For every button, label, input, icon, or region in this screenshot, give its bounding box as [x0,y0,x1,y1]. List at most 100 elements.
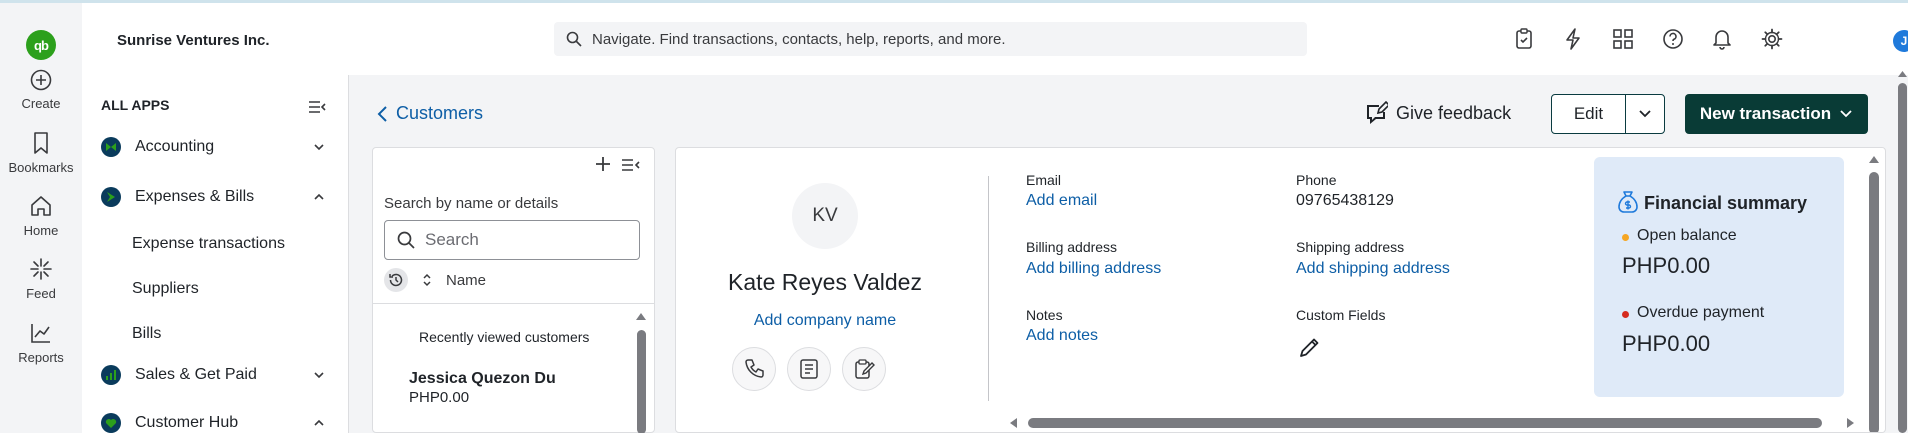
chevron-down-icon [1840,110,1852,118]
scroll-up-arrow-icon[interactable] [1897,69,1908,78]
sales-icon [101,365,121,385]
add-email-link[interactable]: Add email [1026,192,1097,210]
left-rail: qb Create Bookmarks Home Feed Reports [0,3,82,433]
list-collapse-icon[interactable] [621,158,641,172]
add-company-link[interactable]: Add company name [676,312,974,330]
collapse-menu-icon[interactable] [307,99,327,115]
scroll-up-arrow-icon[interactable] [1868,154,1880,164]
add-note-button[interactable] [842,347,886,391]
chart-icon [31,324,50,343]
document-icon [800,359,818,379]
shipping-address-label: Shipping address [1296,239,1405,255]
add-shipping-address-link[interactable]: Add shipping address [1296,260,1450,278]
detail-horizontal-scrollbar[interactable] [1006,410,1885,432]
pencil-icon[interactable] [1298,335,1322,359]
clipboard-edit-icon [855,359,875,379]
chevron-down-icon [314,372,324,379]
edit-dropdown-button[interactable] [1626,95,1664,133]
rail-feed[interactable]: Feed [0,257,82,301]
edit-button-group: Edit [1551,94,1665,134]
notes-label: Notes [1026,307,1063,323]
customer-detail-card: KV Kate Reyes Valdez Add company name Em… [675,147,1886,433]
detail-hscroll-thumb[interactable] [1028,418,1822,428]
money-bag-icon [1618,191,1638,213]
chevron-down-icon [314,144,324,151]
list-item-balance: PHP0.00 [409,389,470,406]
company-name[interactable]: Sunrise Ventures Inc. [117,32,270,49]
scroll-up-arrow-icon[interactable] [635,311,647,321]
page-scroll-thumb[interactable] [1898,83,1907,433]
sort-icon[interactable] [422,273,432,287]
nav-suppliers[interactable]: Suppliers [132,280,199,298]
edit-button[interactable]: Edit [1552,95,1626,133]
gear-icon[interactable] [1761,28,1783,50]
rail-home[interactable]: Home [0,194,82,238]
sort-name-label[interactable]: Name [446,272,486,289]
overdue-payment-value: PHP0.00 [1622,331,1711,356]
quickbooks-logo[interactable]: qb [26,30,56,60]
sort-row: Name [384,268,486,292]
scroll-left-arrow-icon[interactable] [1008,417,1018,429]
new-transaction-button[interactable]: New transaction [1685,94,1868,134]
home-icon [31,196,51,216]
nav-customer-hub-label: Customer Hub [135,414,239,431]
nav-sales-get-paid[interactable]: Sales & Get Paid [82,360,349,390]
add-customer-icon[interactable] [595,156,611,172]
customer-avatar: KV [792,183,858,249]
phone-label: Phone [1296,172,1337,188]
give-feedback-link[interactable]: Give feedback [1364,101,1511,125]
page-scrollbar[interactable] [1897,71,1908,433]
open-balance-dot [1622,234,1629,241]
rail-reports-label: Reports [18,350,64,365]
bookmark-icon [34,132,48,154]
global-search[interactable]: Navigate. Find transactions, contacts, h… [554,22,1307,56]
phone-icon [745,359,764,378]
main-content: Customers Give feedback Edit New transac… [349,71,1908,433]
rail-reports[interactable]: Reports [0,321,82,365]
customer-name: Kate Reyes Valdez [728,269,922,295]
chevron-left-icon [377,105,387,122]
back-label: Customers [396,103,484,123]
overdue-dot [1622,311,1629,318]
recent-heading: Recently viewed customers [419,329,590,345]
nav-expenses-bills[interactable]: Expenses & Bills [82,182,349,212]
user-avatar[interactable]: J [1893,30,1908,52]
apps-grid-icon[interactable] [1612,28,1634,50]
nav-customer-hub[interactable]: Customer Hub [82,408,349,433]
billing-address-label: Billing address [1026,239,1118,255]
customer-search-input[interactable]: Search [384,220,640,260]
detail-vertical-scrollbar[interactable] [1862,148,1884,432]
nav-sales-label: Sales & Get Paid [135,366,257,383]
accounting-icon [101,137,121,157]
lightning-icon[interactable] [1564,28,1582,50]
global-search-placeholder: Navigate. Find transactions, contacts, h… [592,30,1006,48]
add-notes-link[interactable]: Add notes [1026,327,1098,345]
nav-accounting[interactable]: Accounting [82,132,349,162]
list-scrollbar[interactable] [637,330,646,433]
back-to-customers[interactable]: Customers [376,103,483,124]
tasks-icon[interactable] [1514,28,1534,50]
list-search-hint: Search by name or details [384,195,559,212]
call-button[interactable] [732,347,776,391]
plus-circle-icon [30,69,52,91]
search-icon [397,231,415,249]
detail-divider [988,176,989,401]
scroll-right-arrow-icon[interactable] [1846,417,1856,429]
feedback-icon [1367,101,1388,124]
history-icon[interactable] [384,268,408,292]
bell-icon[interactable] [1712,28,1732,50]
list-item-name[interactable]: Jessica Quezon Du [409,370,556,388]
help-icon[interactable] [1662,28,1684,50]
rail-create-label: Create [21,96,61,111]
rail-feed-label: Feed [26,286,56,301]
nav-expense-transactions[interactable]: Expense transactions [132,235,285,253]
add-billing-address-link[interactable]: Add billing address [1026,260,1161,278]
chevron-up-icon [314,193,324,200]
rail-bookmarks[interactable]: Bookmarks [0,131,82,175]
customer-search-placeholder: Search [425,230,479,249]
nav-bills[interactable]: Bills [132,325,161,343]
create-invoice-button[interactable] [787,347,831,391]
rail-create[interactable]: Create [0,69,82,111]
top-bar: Sunrise Ventures Inc. Navigate. Find tra… [82,3,1908,75]
detail-vscroll-thumb[interactable] [1869,172,1879,432]
